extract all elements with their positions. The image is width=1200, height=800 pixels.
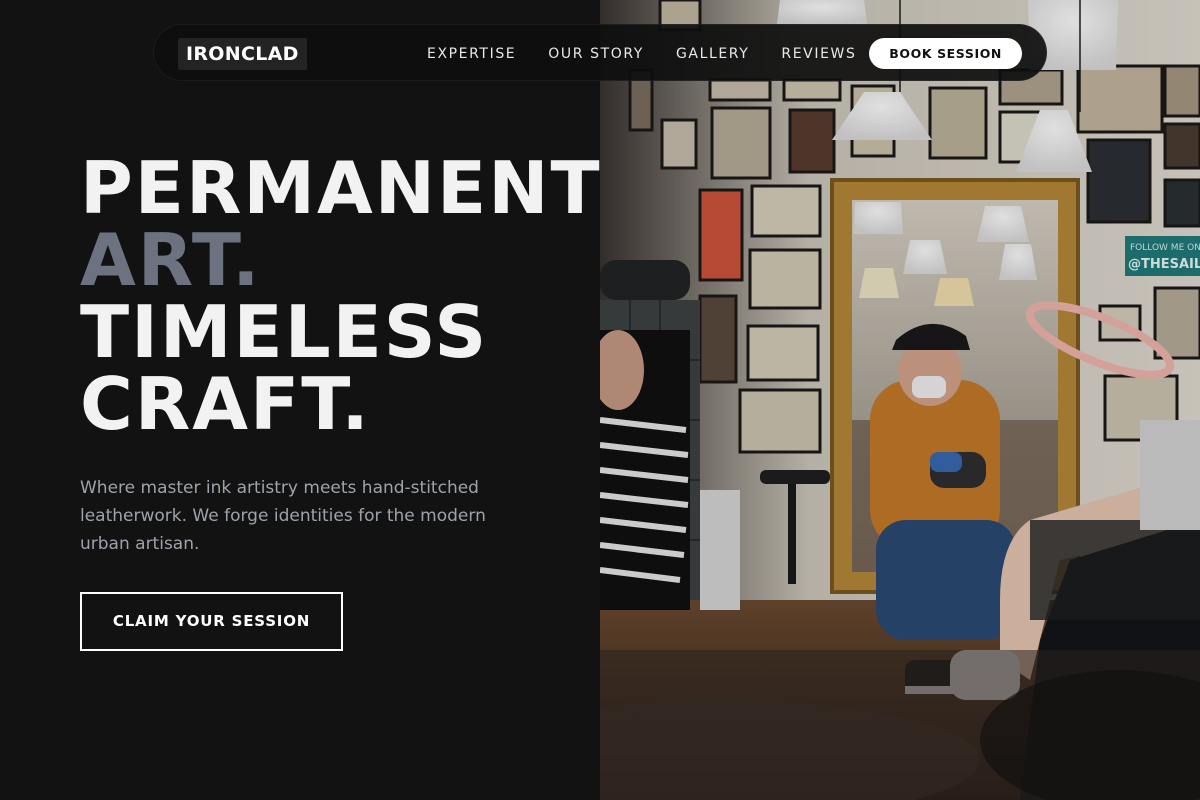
- studio-photo: FOLLOW ME ON IN @THESAILOR: [600, 0, 1200, 800]
- landing-page: FOLLOW ME ON IN @THESAILOR: [0, 0, 1200, 800]
- nav-link-our-story[interactable]: OUR STORY: [548, 46, 644, 62]
- hero-section: PERMANENT ART. TIMELESS CRAFT. Where mas…: [80, 152, 600, 651]
- nav-link-reviews[interactable]: REVIEWS: [781, 46, 856, 62]
- headline-line-4: CRAFT.: [80, 362, 371, 446]
- top-nav: IRONCLAD EXPERTISE OUR STORY GALLERY REV…: [153, 24, 1047, 81]
- nav-link-expertise[interactable]: EXPERTISE: [427, 46, 516, 62]
- hero-headline: PERMANENT ART. TIMELESS CRAFT.: [80, 152, 600, 440]
- headline-line-2: ART.: [80, 218, 262, 302]
- hero-description: Where master ink artistry meets hand-sti…: [80, 478, 486, 554]
- nav-link-gallery[interactable]: GALLERY: [676, 46, 749, 62]
- headline-line-1: PERMANENT: [80, 146, 602, 230]
- book-session-button[interactable]: BOOK SESSION: [869, 38, 1022, 69]
- headline-line-3: TIMELESS: [80, 290, 489, 374]
- claim-session-button[interactable]: CLAIM YOUR SESSION: [80, 592, 343, 651]
- brand-logo[interactable]: IRONCLAD: [178, 38, 307, 70]
- nav-links: EXPERTISE OUR STORY GALLERY REVIEWS: [427, 25, 888, 82]
